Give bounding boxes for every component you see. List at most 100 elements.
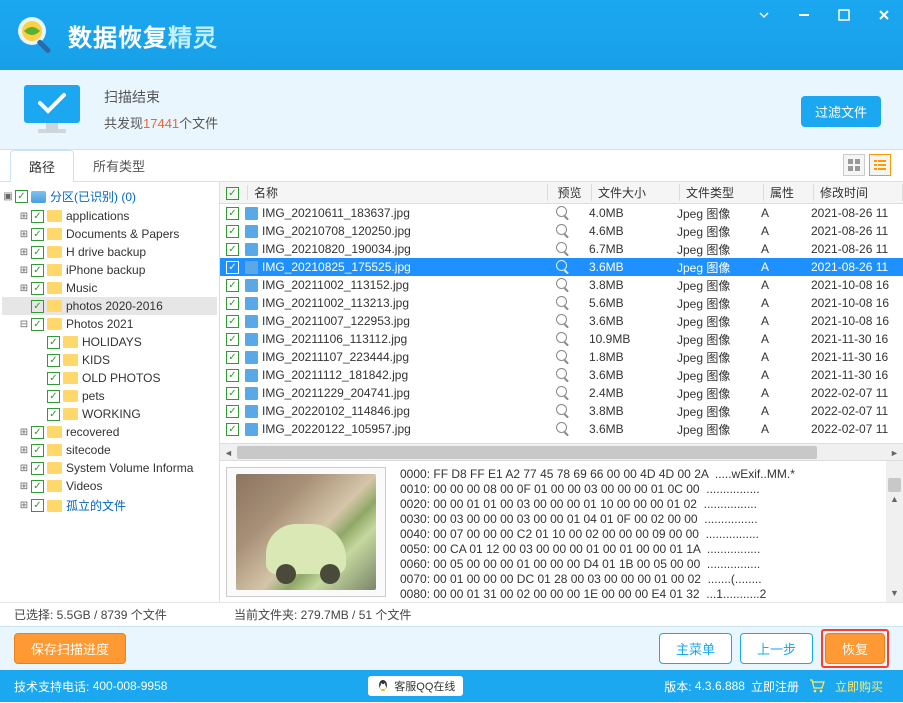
checkbox-icon[interactable]: ✓ bbox=[226, 333, 239, 346]
grid-view-icon[interactable] bbox=[843, 154, 865, 176]
checkbox-icon[interactable]: ✓ bbox=[226, 351, 239, 364]
preview-icon[interactable] bbox=[539, 368, 583, 382]
checkbox-icon[interactable]: ✓ bbox=[31, 264, 44, 277]
tree-item[interactable]: ✓photos 2020-2016 bbox=[2, 297, 217, 315]
tree-item[interactable]: ⊞✓System Volume Informa bbox=[2, 459, 217, 477]
preview-icon[interactable] bbox=[539, 404, 583, 418]
buy-now-link[interactable]: 立即购买 bbox=[835, 678, 883, 695]
checkbox-icon[interactable]: ✓ bbox=[31, 444, 44, 457]
tree-item[interactable]: ✓pets bbox=[2, 387, 217, 405]
file-row[interactable]: ✓IMG_20211229_204741.jpg2.4MBJpeg 图像A202… bbox=[220, 384, 903, 402]
tab-path[interactable]: 路径 bbox=[10, 150, 74, 182]
scroll-down-icon[interactable]: ▼ bbox=[886, 585, 903, 602]
previous-button[interactable]: 上一步 bbox=[740, 633, 813, 664]
tree-root[interactable]: ▣ ✓ 分区(已识别) (0) bbox=[2, 186, 217, 207]
expand-icon[interactable]: ⊟ bbox=[18, 319, 30, 330]
preview-thumbnail[interactable] bbox=[226, 467, 386, 597]
checkbox-icon[interactable]: ✓ bbox=[226, 369, 239, 382]
tree-item[interactable]: ⊞✓iPhone backup bbox=[2, 261, 217, 279]
list-view-icon[interactable] bbox=[869, 154, 891, 176]
file-row[interactable]: ✓IMG_20210820_190034.jpg6.7MBJpeg 图像A202… bbox=[220, 240, 903, 258]
preview-icon[interactable] bbox=[539, 224, 583, 238]
col-attr[interactable]: 属性 bbox=[764, 184, 814, 201]
scroll-thumb[interactable] bbox=[888, 478, 901, 492]
col-preview[interactable]: 预览 bbox=[548, 184, 592, 201]
tree-item[interactable]: ⊞✓Videos bbox=[2, 477, 217, 495]
checkbox-icon[interactable]: ✓ bbox=[226, 243, 239, 256]
checkbox-icon[interactable]: ✓ bbox=[226, 225, 239, 238]
checkbox-icon[interactable]: ✓ bbox=[31, 246, 44, 259]
checkbox-icon[interactable]: ✓ bbox=[31, 499, 44, 512]
col-mtime[interactable]: 修改时间 bbox=[814, 184, 903, 201]
file-row[interactable]: ✓IMG_20211112_181842.jpg3.6MBJpeg 图像A202… bbox=[220, 366, 903, 384]
checkbox-icon[interactable]: ✓ bbox=[31, 462, 44, 475]
scroll-thumb[interactable] bbox=[237, 446, 817, 459]
checkbox-icon[interactable]: ✓ bbox=[226, 279, 239, 292]
register-link[interactable]: 立即注册 bbox=[751, 678, 799, 695]
checkbox-icon[interactable]: ✓ bbox=[31, 210, 44, 223]
maximize-button[interactable] bbox=[835, 6, 853, 24]
expand-icon[interactable]: ⊞ bbox=[18, 211, 30, 222]
preview-icon[interactable] bbox=[539, 422, 583, 436]
file-row[interactable]: ✓IMG_20210708_120250.jpg4.6MBJpeg 图像A202… bbox=[220, 222, 903, 240]
close-button[interactable] bbox=[875, 6, 893, 24]
preview-icon[interactable] bbox=[539, 278, 583, 292]
file-row[interactable]: ✓IMG_20211007_122953.jpg3.6MBJpeg 图像A202… bbox=[220, 312, 903, 330]
recover-button[interactable]: 恢复 bbox=[825, 633, 885, 664]
hex-viewer[interactable]: 0000: FF D8 FF E1 A2 77 45 78 69 66 00 0… bbox=[392, 461, 903, 602]
tree-item[interactable]: ✓KIDS bbox=[2, 351, 217, 369]
checkbox-icon[interactable]: ✓ bbox=[31, 282, 44, 295]
minimize-button[interactable] bbox=[795, 6, 813, 24]
col-size[interactable]: 文件大小 bbox=[592, 184, 680, 201]
expand-icon[interactable]: ⊞ bbox=[18, 427, 30, 438]
tree-item[interactable]: ⊞✓Documents & Papers bbox=[2, 225, 217, 243]
preview-icon[interactable] bbox=[539, 242, 583, 256]
checkbox-icon[interactable]: ✓ bbox=[226, 207, 239, 220]
tree-item[interactable]: ⊞✓applications bbox=[2, 207, 217, 225]
file-row[interactable]: ✓IMG_20220102_114846.jpg3.8MBJpeg 图像A202… bbox=[220, 402, 903, 420]
checkbox-icon[interactable]: ✓ bbox=[226, 405, 239, 418]
expand-icon[interactable]: ⊞ bbox=[18, 445, 30, 456]
tree-item[interactable]: ⊞✓sitecode bbox=[2, 441, 217, 459]
tab-all-types[interactable]: 所有类型 bbox=[74, 149, 164, 181]
expand-icon[interactable]: ⊞ bbox=[18, 247, 30, 258]
expand-icon[interactable]: ▣ bbox=[2, 191, 14, 202]
checkbox-icon[interactable]: ✓ bbox=[47, 336, 60, 349]
expand-icon[interactable]: ⊞ bbox=[18, 283, 30, 294]
tree-item[interactable]: ⊞✓孤立的文件 bbox=[2, 495, 217, 516]
tree-item[interactable]: ⊞✓recovered bbox=[2, 423, 217, 441]
checkbox-icon[interactable]: ✓ bbox=[15, 190, 28, 203]
checkbox-icon[interactable]: ✓ bbox=[226, 387, 239, 400]
expand-icon[interactable]: ⊞ bbox=[18, 481, 30, 492]
qq-support-badge[interactable]: 客服QQ在线 bbox=[368, 676, 463, 696]
checkbox-icon[interactable]: ✓ bbox=[226, 297, 239, 310]
preview-icon[interactable] bbox=[539, 206, 583, 220]
save-scan-progress-button[interactable]: 保存扫描进度 bbox=[14, 633, 126, 664]
file-row[interactable]: ✓IMG_20211002_113152.jpg3.8MBJpeg 图像A202… bbox=[220, 276, 903, 294]
main-menu-button[interactable]: 主菜单 bbox=[659, 633, 732, 664]
preview-icon[interactable] bbox=[539, 314, 583, 328]
tree-item[interactable]: ⊞✓H drive backup bbox=[2, 243, 217, 261]
folder-tree[interactable]: ▣ ✓ 分区(已识别) (0) ⊞✓applications⊞✓Document… bbox=[0, 182, 220, 602]
checkbox-icon[interactable]: ✓ bbox=[226, 315, 239, 328]
checkbox-icon[interactable]: ✓ bbox=[47, 372, 60, 385]
file-row[interactable]: ✓IMG_20211106_113112.jpg10.9MBJpeg 图像A20… bbox=[220, 330, 903, 348]
checkbox-icon[interactable]: ✓ bbox=[47, 408, 60, 421]
file-row[interactable]: ✓IMG_20210825_175525.jpg3.6MBJpeg 图像A202… bbox=[220, 258, 903, 276]
checkbox-icon[interactable]: ✓ bbox=[226, 261, 239, 274]
expand-icon[interactable]: ⊞ bbox=[18, 229, 30, 240]
checkbox-icon[interactable]: ✓ bbox=[47, 390, 60, 403]
file-row[interactable]: ✓IMG_20210611_183637.jpg4.0MBJpeg 图像A202… bbox=[220, 204, 903, 222]
checkbox-icon[interactable]: ✓ bbox=[47, 354, 60, 367]
col-type[interactable]: 文件类型 bbox=[680, 184, 764, 201]
col-name[interactable]: 名称 bbox=[248, 184, 548, 201]
preview-icon[interactable] bbox=[539, 386, 583, 400]
expand-icon[interactable]: ⊞ bbox=[18, 463, 30, 474]
tree-item[interactable]: ✓HOLIDAYS bbox=[2, 333, 217, 351]
checkbox-icon[interactable]: ✓ bbox=[31, 426, 44, 439]
expand-icon[interactable]: ⊞ bbox=[18, 500, 30, 511]
file-row[interactable]: ✓IMG_20211107_223444.jpg1.8MBJpeg 图像A202… bbox=[220, 348, 903, 366]
preview-icon[interactable] bbox=[539, 296, 583, 310]
col-checkbox[interactable]: ✓ bbox=[220, 185, 248, 200]
file-list[interactable]: ✓IMG_20210611_183637.jpg4.0MBJpeg 图像A202… bbox=[220, 204, 903, 443]
